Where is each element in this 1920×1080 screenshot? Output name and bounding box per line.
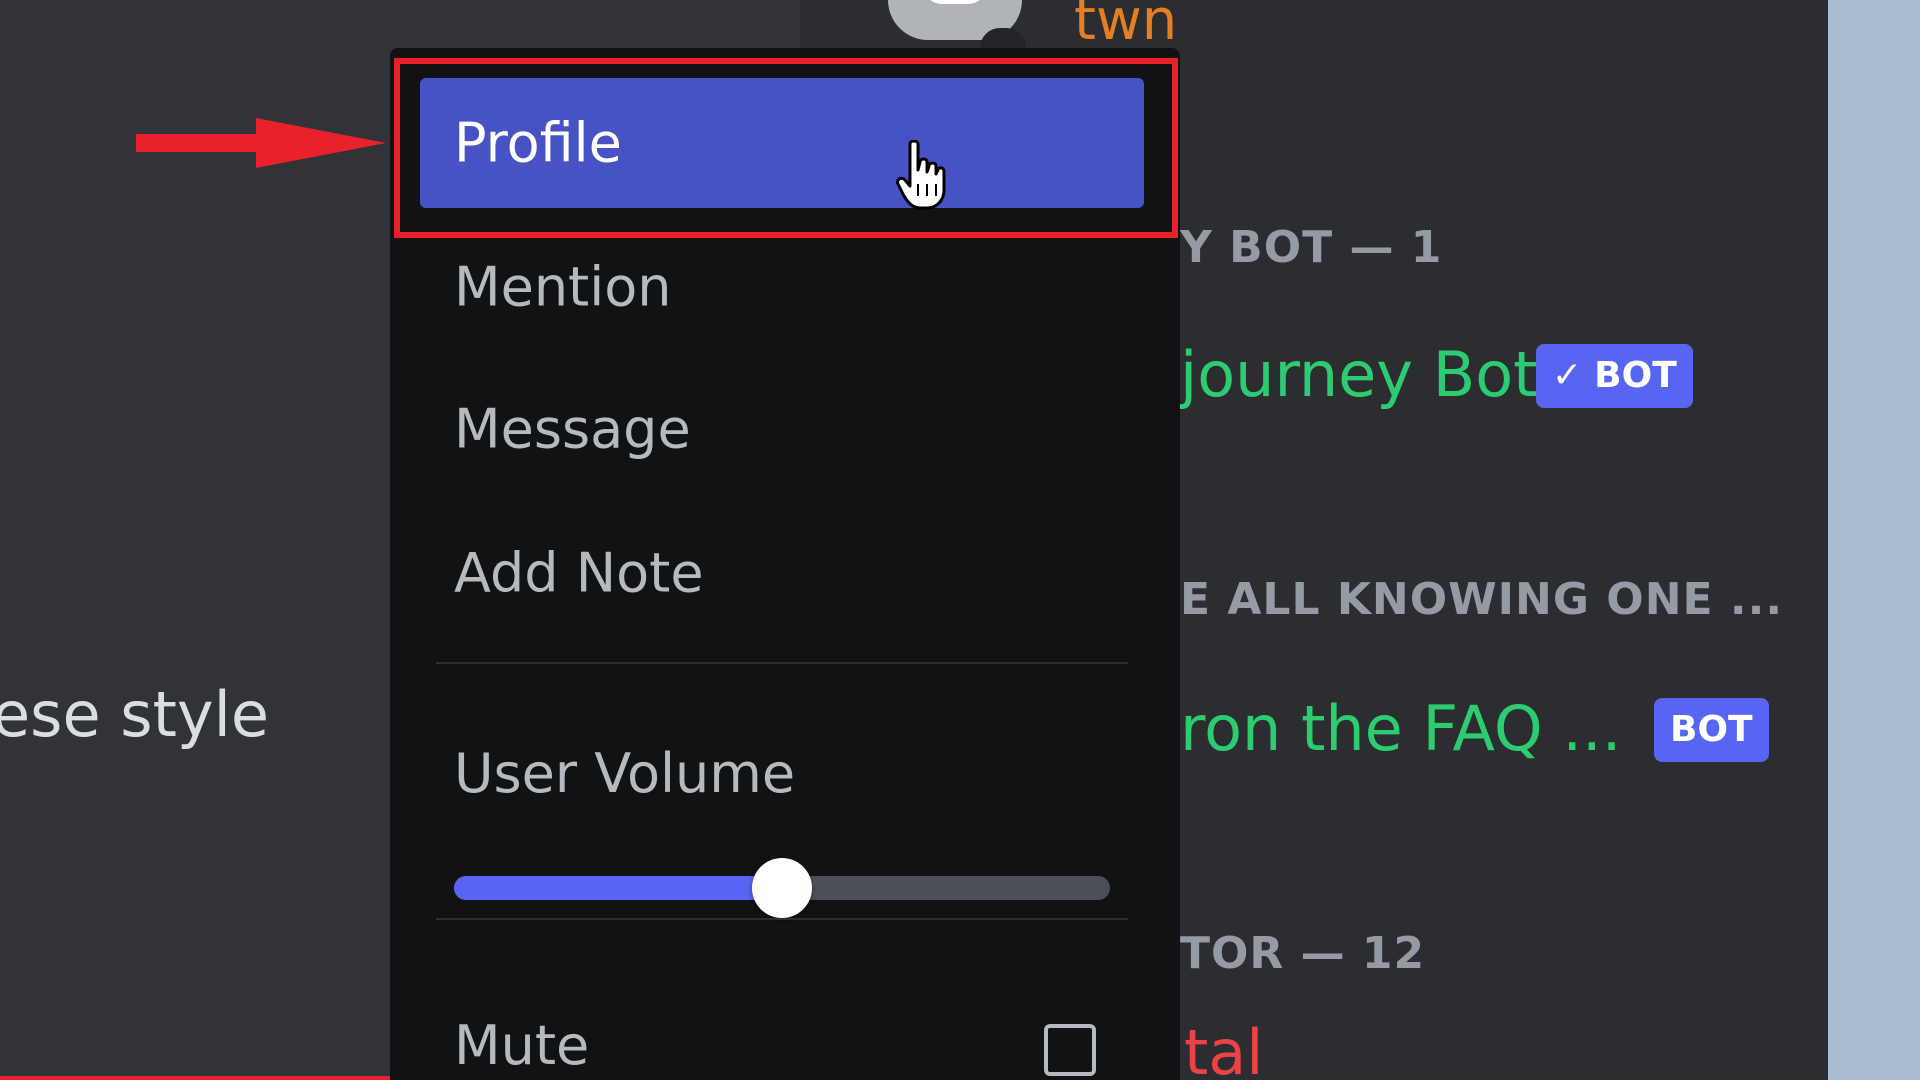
menu-item-add-note[interactable]: Add Note bbox=[420, 508, 1144, 638]
member-group-header: TOR — 12 bbox=[1180, 928, 1426, 979]
menu-separator bbox=[436, 662, 1128, 664]
member-group-header: E ALL KNOWING ONE ... bbox=[1180, 574, 1784, 625]
arrow-annotation-icon bbox=[136, 118, 386, 168]
volume-slider-handle[interactable] bbox=[752, 858, 812, 918]
menu-separator bbox=[436, 918, 1128, 920]
user-context-menu: Profile Mention Message Add Note User Vo… bbox=[390, 48, 1180, 1080]
member-name[interactable]: ron the FAQ ... bbox=[1180, 692, 1621, 765]
user-volume-slider[interactable] bbox=[454, 858, 1110, 918]
member-name[interactable]: journey Bot bbox=[1180, 338, 1537, 411]
bot-tag-label: BOT bbox=[1594, 355, 1677, 396]
user-volume-label: User Volume bbox=[454, 742, 796, 805]
mute-label: Mute bbox=[454, 1014, 590, 1077]
volume-slider-fill bbox=[454, 876, 782, 900]
menu-item-message[interactable]: Message bbox=[420, 364, 1144, 494]
menu-item-label: Message bbox=[454, 397, 691, 461]
menu-item-label: Add Note bbox=[454, 541, 704, 605]
mute-checkbox[interactable] bbox=[1044, 1024, 1096, 1076]
bot-tag: ✓ BOT bbox=[1536, 344, 1693, 408]
member-name[interactable]: tal bbox=[1184, 1016, 1264, 1080]
chat-message-text: ese style bbox=[0, 678, 269, 751]
member-name[interactable]: twn bbox=[1074, 0, 1177, 53]
screen: ese style twn Y BOT — 1 journey Bot ✓ BOT… bbox=[0, 0, 1920, 1080]
menu-item-profile[interactable]: Profile bbox=[420, 78, 1144, 208]
checkmark-icon: ✓ bbox=[1552, 355, 1583, 396]
window-edge bbox=[1828, 0, 1920, 1080]
member-group-header: Y BOT — 1 bbox=[1180, 222, 1443, 273]
chat-divider bbox=[0, 1076, 390, 1080]
bot-tag-label: BOT bbox=[1670, 709, 1753, 750]
menu-item-mention[interactable]: Mention bbox=[420, 222, 1144, 352]
menu-item-label: Mention bbox=[454, 255, 672, 319]
bot-tag: BOT bbox=[1654, 698, 1769, 762]
menu-item-label: Profile bbox=[454, 111, 622, 175]
hand-pointer-cursor-icon bbox=[896, 140, 946, 210]
